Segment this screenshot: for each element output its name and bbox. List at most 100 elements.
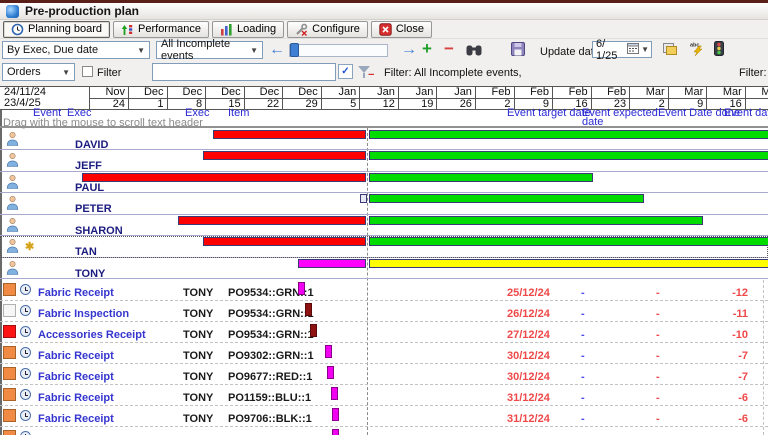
performance-button[interactable]: Performance (113, 21, 209, 38)
person-row-tony[interactable]: TONY (0, 258, 768, 280)
person-name: JEFF (75, 160, 102, 172)
loading-button[interactable]: Loading (212, 21, 284, 38)
event-marker[interactable] (305, 303, 312, 316)
gantt-bar-past[interactable] (82, 173, 366, 182)
clock-icon (20, 368, 31, 379)
person-name: DAVID (75, 139, 108, 151)
event-exec: TONY (183, 308, 213, 320)
apply-filter-check-icon[interactable]: ✓ (338, 64, 353, 79)
column-header: Exec (185, 109, 209, 118)
clock-icon (20, 389, 31, 400)
report-icon[interactable] (663, 42, 677, 58)
gantt-bar-future[interactable] (369, 130, 768, 139)
event-row[interactable]: Fabric InspectionTONYPO9534::GRN::126/12… (0, 301, 768, 322)
person-row-david[interactable]: DAVID (0, 129, 768, 151)
column-header: Event target date (507, 109, 591, 118)
star-icon: ✱ (25, 240, 34, 253)
event-row[interactable] (0, 427, 768, 435)
gantt-bar-future[interactable] (369, 151, 768, 160)
event-marker[interactable] (332, 408, 339, 421)
column-headers: Drag with the mouse to scroll text heade… (0, 109, 768, 127)
filter-input[interactable] (152, 63, 336, 81)
title-bar[interactable]: Pre-production plan (0, 3, 768, 20)
event-row[interactable]: Fabric ReceiptTONYPO9706::BLK::131/12/24… (0, 406, 768, 427)
scroll-left-icon[interactable]: ← (269, 42, 285, 58)
event-marker[interactable] (327, 366, 334, 379)
timeline-slider-handle[interactable] (290, 43, 299, 57)
zoom-in-icon[interactable]: + (422, 40, 432, 58)
event-row[interactable]: Fabric ReceiptTONYPO9677::RED::130/12/24… (0, 364, 768, 385)
event-marker[interactable] (325, 345, 332, 358)
gantt-bar-future[interactable] (369, 216, 703, 225)
gantt-bar-pending[interactable] (369, 259, 768, 268)
gantt-bar-future[interactable] (369, 237, 768, 246)
planning-board-button[interactable]: Planning board (3, 21, 110, 38)
entity-combo[interactable]: Orders ▼ (2, 63, 75, 81)
event-days-late: -10 (706, 329, 748, 341)
app-icon (6, 5, 19, 18)
event-marker[interactable] (331, 387, 338, 400)
event-target-date: 25/12/24 (507, 287, 550, 299)
week-column: Jan19 (398, 87, 437, 109)
timeline-slider[interactable] (289, 44, 388, 57)
configure-button[interactable]: Configure (287, 21, 368, 38)
person-icon (6, 260, 19, 275)
event-date-done: - (656, 392, 660, 404)
filter-remove-icon[interactable]: − (368, 69, 374, 81)
close-button[interactable]: Close (371, 21, 432, 38)
gantt-bar-past[interactable] (178, 216, 366, 225)
status-square-orange (3, 430, 16, 435)
toolbar-filter: Orders▼ Filter ✓ − Filter: All Incomplet… (0, 61, 768, 86)
update-date-value: 6/ 1/25 (593, 38, 627, 62)
event-days-late: -12 (706, 287, 748, 299)
filter-checkbox[interactable] (82, 66, 93, 77)
event-target-date: 27/12/24 (507, 329, 550, 341)
calendar-icon[interactable] (627, 42, 639, 57)
event-row[interactable]: Fabric ReceiptTONYPO9302::GRN::130/12/24… (0, 343, 768, 364)
person-row-tan[interactable]: ✱TAN (0, 236, 768, 258)
event-row[interactable]: Fabric ReceiptTONYPO9534::GRN::125/12/24… (0, 280, 768, 301)
event-date-done: - (656, 371, 660, 383)
gantt-bar-highlight[interactable] (298, 259, 366, 268)
clock-icon (20, 410, 31, 421)
event-name: Fabric Receipt (38, 350, 114, 362)
event-date-done: - (656, 329, 660, 341)
person-row-jeff[interactable]: JEFF (0, 150, 768, 172)
chevron-down-icon[interactable]: ▼ (639, 45, 651, 54)
events-filter-combo[interactable]: All Incomplete events▼ (156, 41, 263, 59)
gantt-bar-past[interactable] (213, 130, 366, 139)
clock-icon (20, 305, 31, 316)
filter-summary: Filter: All Incomplete events, (384, 67, 522, 79)
save-icon[interactable] (511, 42, 525, 59)
week-column: Mar2 (630, 87, 669, 109)
entity-value: Orders (7, 66, 41, 78)
events-filter-value: All Incomplete events (161, 38, 250, 62)
gantt-bar-empty[interactable] (360, 194, 367, 203)
search-binoculars-icon[interactable] (466, 44, 482, 59)
event-row[interactable]: Fabric ReceiptTONYPO1159::BLU::131/12/24… (0, 385, 768, 406)
gantt-bar-past[interactable] (203, 151, 366, 160)
event-row[interactable]: Accessories ReceiptTONYPO9534::GRN::127/… (0, 322, 768, 343)
gantt-bar-future[interactable] (369, 194, 644, 203)
person-row-peter[interactable]: PETER (0, 193, 768, 215)
week-column: Dec8 (167, 87, 206, 109)
gantt-bar-future[interactable] (369, 173, 593, 182)
event-exec: TONY (183, 350, 213, 362)
spell-check-icon[interactable]: abc (690, 41, 704, 59)
traffic-light-icon[interactable] (714, 41, 724, 59)
chevron-down-icon: ▼ (62, 68, 70, 77)
event-exec: TONY (183, 371, 213, 383)
zoom-out-icon[interactable]: − (444, 40, 454, 58)
update-date-field[interactable]: 6/ 1/25 ▼ (592, 41, 652, 58)
event-date-done: - (656, 308, 660, 320)
group-by-value: By Exec, Due date (7, 44, 98, 56)
person-row-paul[interactable]: PAUL (0, 172, 768, 194)
group-by-combo[interactable]: By Exec, Due date▼ (2, 41, 150, 59)
event-marker[interactable] (310, 324, 317, 337)
person-name: SHARON (75, 225, 123, 237)
event-marker[interactable] (332, 429, 339, 435)
gantt-bar-past[interactable] (203, 237, 366, 246)
event-marker[interactable] (298, 282, 305, 295)
scroll-right-icon[interactable]: → (401, 42, 417, 58)
person-row-sharon[interactable]: SHARON (0, 215, 768, 237)
